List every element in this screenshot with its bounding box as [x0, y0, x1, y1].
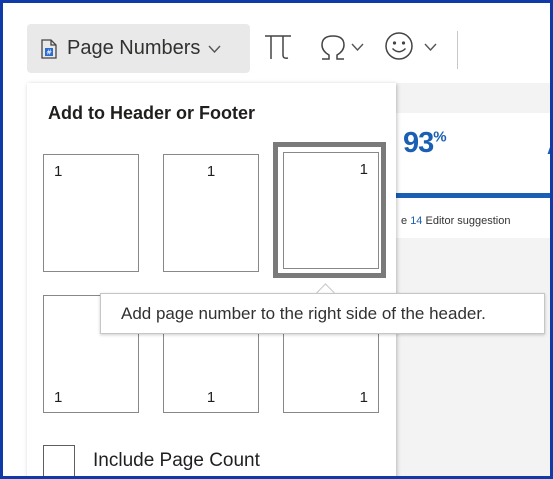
include-page-count-checkbox[interactable] — [43, 445, 75, 476]
selected-option-highlight — [273, 142, 386, 278]
option-header-left[interactable]: 1 — [43, 154, 139, 272]
svg-text:#: # — [46, 48, 52, 56]
symbol-omega-icon — [321, 35, 345, 60]
ribbon-toolbar: # Page Numbers — [3, 3, 550, 83]
page-number-preview: 1 — [54, 163, 63, 180]
symbol-button[interactable] — [319, 33, 347, 61]
equation-button[interactable] — [263, 33, 293, 61]
editor-progress-bar — [395, 193, 550, 198]
page-number-icon: # — [41, 38, 57, 59]
editor-score: 93% — [403, 127, 447, 160]
editor-score-cut-letter: A — [547, 137, 550, 160]
menu-heading: Add to Header or Footer — [48, 103, 256, 123]
chevron-down-icon — [351, 43, 364, 51]
page-numbers-dropdown: Add to Header or Footer 1 1 1 1 1 1 Incl… — [27, 83, 396, 476]
page-number-preview: 1 — [54, 389, 63, 406]
suggestion-count: 14 — [410, 215, 423, 227]
option-header-center[interactable]: 1 — [163, 154, 259, 272]
tooltip: Add page number to the right side of the… — [100, 293, 545, 334]
editor-score-value: 93 — [403, 127, 434, 159]
page-number-preview: 1 — [206, 163, 216, 180]
page-number-preview: 1 — [206, 389, 216, 406]
equation-icon — [265, 35, 291, 59]
screenshot-frame: # Page Numbers 93% e 14 Editor suggestio… — [0, 0, 553, 479]
symbol-dropdown[interactable] — [351, 43, 364, 51]
page-number-preview: 1 — [359, 389, 368, 406]
chevron-down-icon — [208, 45, 221, 53]
ribbon-separator — [457, 31, 458, 69]
include-page-count-label: Include Page Count — [93, 450, 260, 471]
tooltip-text: Add page number to the right side of the… — [121, 303, 486, 323]
suggestion-suffix: Editor suggestion — [422, 215, 511, 227]
page-numbers-label: Page Numbers — [67, 37, 201, 59]
chevron-down-icon — [424, 43, 437, 51]
emoji-button[interactable] — [384, 31, 414, 61]
emoji-icon — [385, 32, 413, 60]
editor-score-unit: % — [433, 128, 446, 146]
include-page-count-row[interactable]: Include Page Count — [43, 445, 260, 476]
editor-suggestions-text[interactable]: e 14 Editor suggestion — [401, 215, 511, 227]
emoji-dropdown[interactable] — [424, 43, 437, 51]
page-numbers-button[interactable]: # Page Numbers — [27, 24, 250, 73]
suggestion-prefix: e — [401, 215, 411, 227]
